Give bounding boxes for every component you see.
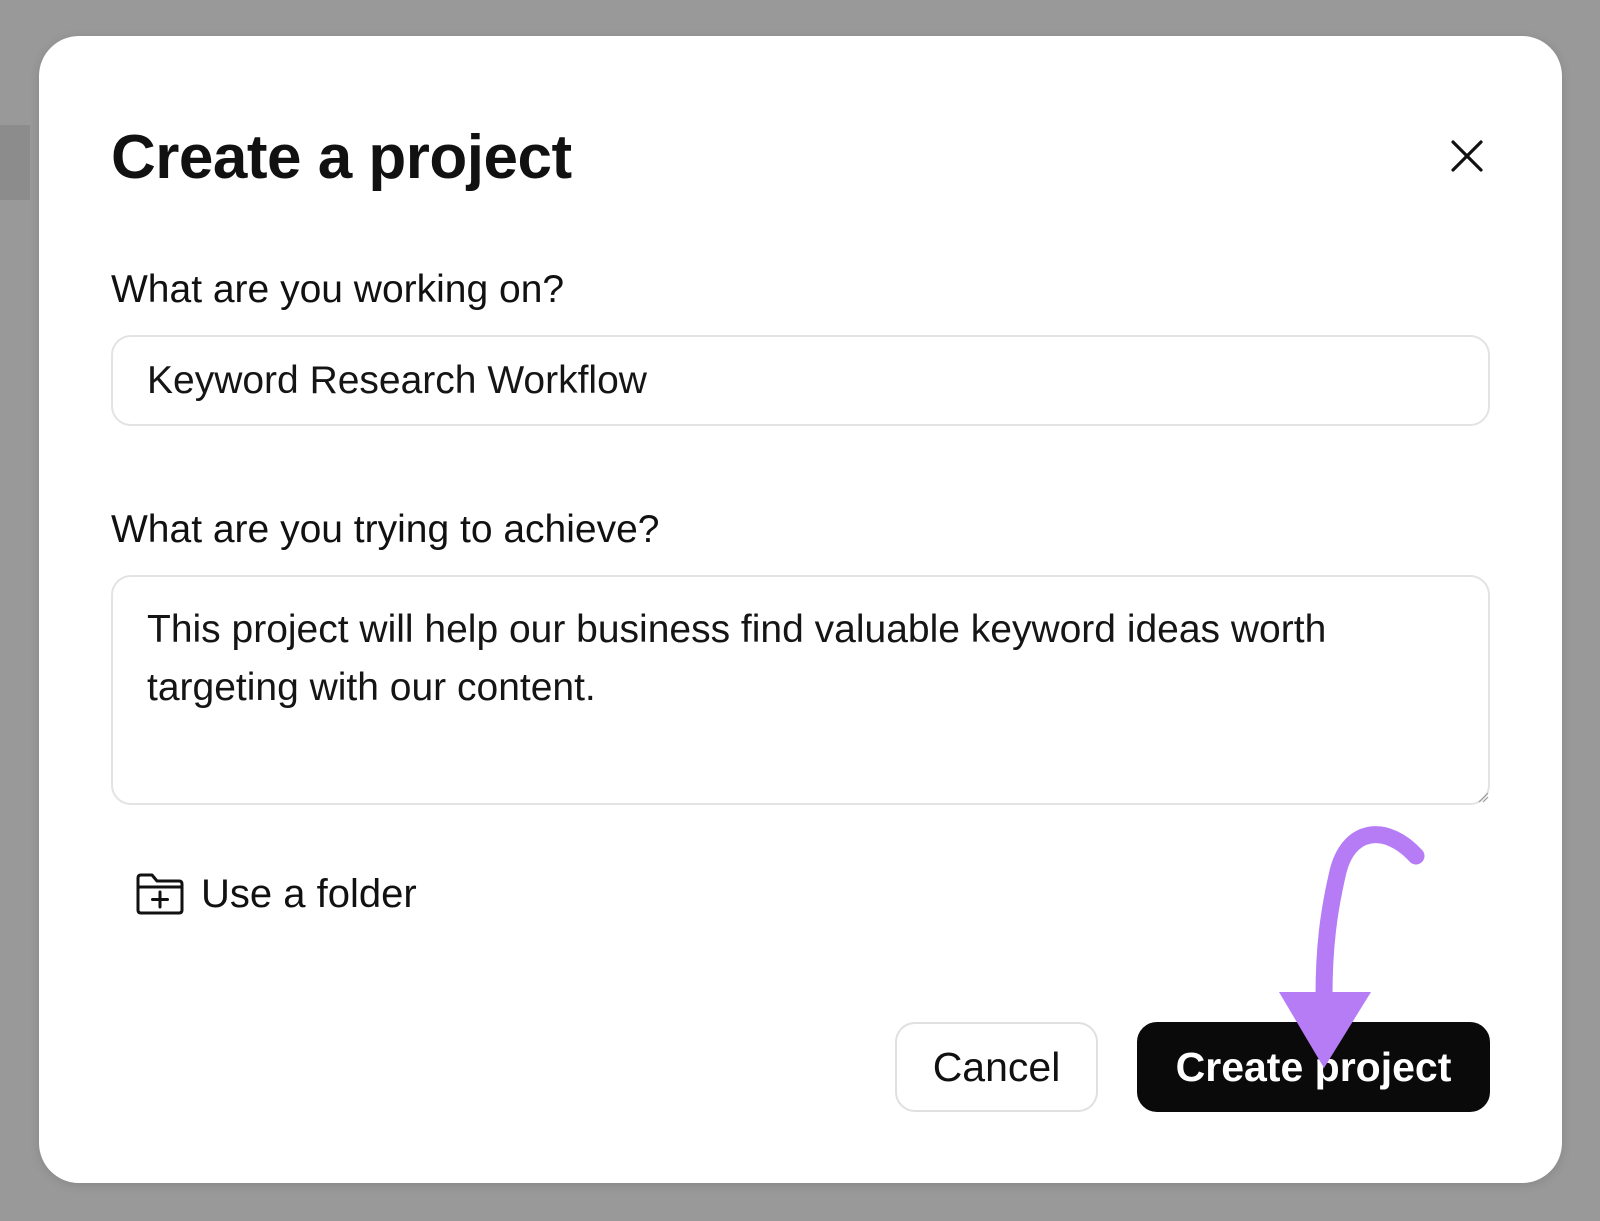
backdrop-shadow (0, 125, 30, 200)
create-project-dialog: Create a project What are you working on… (39, 36, 1562, 1183)
project-name-input[interactable] (111, 335, 1490, 426)
project-goal-textarea[interactable]: This project will help our business find… (111, 575, 1490, 805)
project-name-label: What are you working on? (111, 268, 565, 311)
project-goal-label: What are you trying to achieve? (111, 508, 660, 551)
cancel-button[interactable]: Cancel (895, 1022, 1098, 1112)
use-folder-label: Use a folder (201, 871, 417, 916)
close-icon (1451, 140, 1483, 172)
use-folder-button[interactable]: Use a folder (135, 866, 417, 922)
dialog-title: Create a project (111, 123, 572, 192)
resize-handle-icon[interactable] (1477, 791, 1489, 803)
close-button[interactable] (1439, 128, 1495, 184)
annotation-arrow-icon (1279, 826, 1425, 1068)
folder-plus-icon (136, 873, 184, 915)
